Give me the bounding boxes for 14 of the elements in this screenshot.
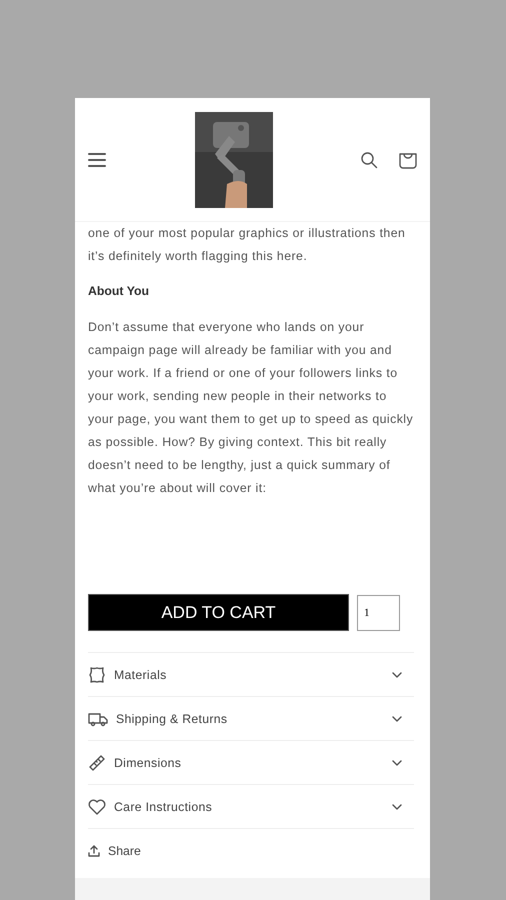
search-icon[interactable]	[360, 150, 378, 168]
ruler-icon	[88, 754, 106, 772]
menu-icon[interactable]	[87, 152, 107, 168]
body-text: one of your most popular graphics or illustrations then it’s definitely worth flagging this here.	[88, 225, 406, 265]
heart-icon	[88, 798, 106, 814]
truck-icon	[88, 710, 108, 726]
cart-icon[interactable]	[398, 150, 418, 168]
leather-icon	[88, 666, 106, 684]
share-button[interactable]: Share	[88, 829, 414, 873]
add-to-cart-button[interactable]: ADD TO CART	[88, 594, 349, 631]
share-icon	[88, 845, 100, 857]
quantity-field[interactable]: 1	[357, 594, 400, 630]
body-text: Don’t assume that everyone who lands on your campaign page will already be familiar with you and your work. If a friend or one of your followers links to your work, sending new people in their networks to your page, you want them to get up to speed as quickly as possible. How? By giving context. This bit really doesn’t need to be lengthy, just a quick summary of what you’re about will cover it:	[88, 319, 414, 497]
section-heading: About You	[88, 283, 150, 300]
